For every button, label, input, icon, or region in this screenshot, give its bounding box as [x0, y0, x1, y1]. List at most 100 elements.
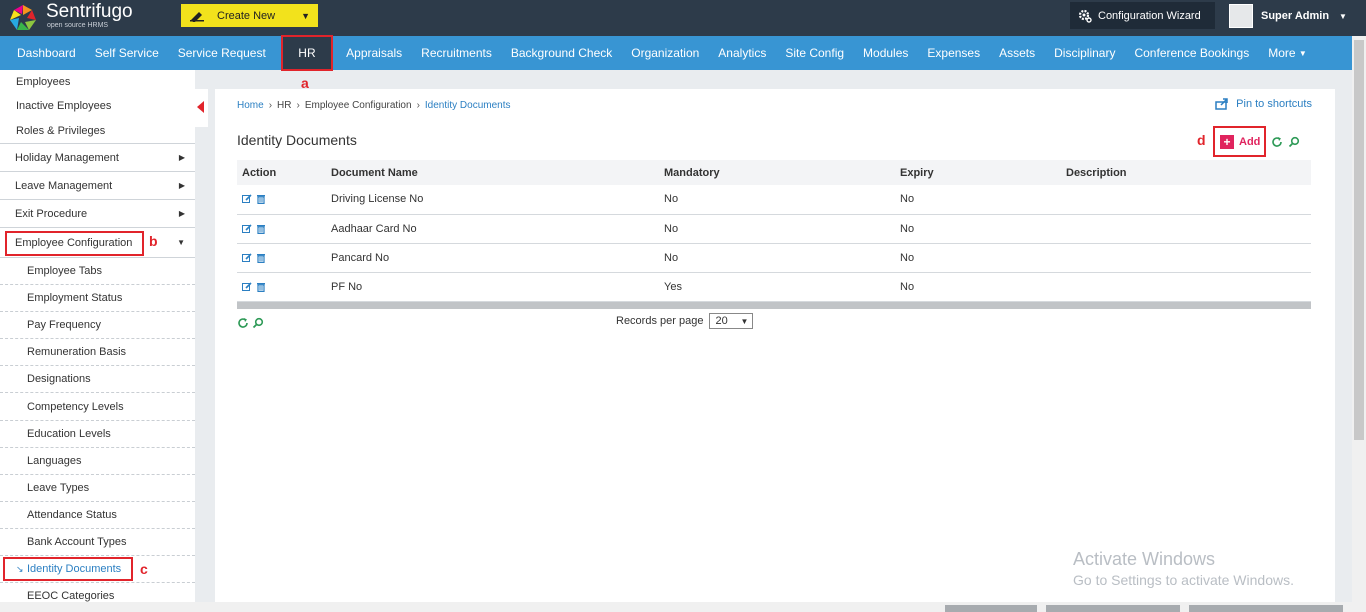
nav-disciplinary[interactable]: Disciplinary [1045, 36, 1125, 70]
refresh-icon[interactable] [237, 317, 249, 329]
vertical-scrollbar[interactable] [1352, 36, 1366, 602]
column-header-expiry[interactable]: Expiry [895, 160, 1061, 185]
row-actions [237, 214, 331, 244]
row-actions [237, 243, 331, 273]
records-per-page-value: 20 [715, 315, 728, 327]
footer-button[interactable] [945, 605, 1037, 612]
records-per-page-label: Records per page [616, 315, 704, 327]
pin-label: Pin to shortcuts [1236, 98, 1312, 110]
edit-icon[interactable] [242, 281, 252, 292]
search-icon[interactable] [1288, 136, 1300, 148]
configuration-wizard-label: Configuration Wizard [1098, 9, 1201, 22]
sidebar-item-roles-privileges[interactable]: Roles & Privileges [0, 118, 195, 144]
nav-more[interactable]: More ▼ [1259, 36, 1317, 70]
breadcrumb-hr[interactable]: HR [277, 100, 291, 111]
nav-hr[interactable]: HR [281, 35, 333, 71]
sidebar-item-competency-levels[interactable]: Competency Levels [0, 393, 195, 421]
nav-modules[interactable]: Modules [854, 36, 918, 70]
chevron-right-icon: ▶ [178, 153, 185, 162]
pin-to-shortcuts-link[interactable]: Pin to shortcuts [1215, 98, 1312, 110]
sidebar-item-identity-documents[interactable]: ↘ Identity Documents [0, 556, 195, 584]
records-per-page: Records per page 20 ▼ [616, 313, 754, 329]
sidebar-item-bank-account-types[interactable]: Bank Account Types [0, 529, 195, 557]
nav-appraisals[interactable]: Appraisals [337, 36, 412, 70]
chevron-down-icon: ▼ [301, 10, 310, 21]
search-icon[interactable] [252, 317, 264, 329]
breadcrumb-home[interactable]: Home [237, 100, 264, 111]
sidebar-item-attendance-status[interactable]: Attendance Status [0, 502, 195, 529]
main-content: Home › HR › Employee Configuration › Ide… [215, 89, 1335, 602]
plus-icon: + [1220, 134, 1234, 149]
sidebar-menu-leave-management[interactable]: Leave Management ▶ [0, 172, 195, 200]
avatar [1229, 4, 1253, 28]
footer-button[interactable] [1189, 605, 1343, 612]
nav-conference-bookings[interactable]: Conference Bookings [1125, 36, 1259, 70]
sidebar-item-eeoc-categories[interactable]: EEOC Categories [0, 583, 195, 602]
sidebar-item-education-levels[interactable]: Education Levels [0, 421, 195, 448]
nav-site-config[interactable]: Site Config [776, 36, 854, 70]
user-menu[interactable]: Super Admin ▼ [1224, 0, 1366, 32]
sidebar-item-languages[interactable]: Languages [0, 448, 195, 475]
nav-expenses[interactable]: Expenses [918, 36, 990, 70]
column-header-mandatory[interactable]: Mandatory [659, 160, 895, 185]
nav-organization[interactable]: Organization [622, 36, 709, 70]
breadcrumb-separator: › [296, 100, 300, 111]
nav-service-request[interactable]: Service Request [168, 36, 275, 70]
column-header-document-name[interactable]: Document Name [331, 160, 659, 185]
edit-icon[interactable] [242, 252, 252, 263]
delete-icon[interactable] [256, 253, 266, 263]
sidebar-item-employees[interactable]: Employees [0, 70, 195, 94]
sidebar-menu-employee-configuration[interactable]: Employee Configuration ▼ [0, 228, 195, 258]
breadcrumb-separator: › [416, 100, 420, 111]
nav-recruitments[interactable]: Recruitments [412, 36, 502, 70]
column-header-action: Action [237, 160, 331, 185]
top-bar: Sentrifugo open source HRMS Create New ▼… [0, 0, 1366, 36]
chevron-down-icon: ▼ [1339, 11, 1347, 21]
cell-description [1061, 214, 1311, 244]
sidebar-item-inactive-employees[interactable]: Inactive Employees [0, 94, 195, 118]
breadcrumb-current: Identity Documents [424, 100, 511, 111]
sidebar-item-employment-status[interactable]: Employment Status [0, 285, 195, 313]
pencil-icon [190, 11, 204, 22]
scrollbar-thumb[interactable] [1354, 40, 1364, 440]
sidebar-item-remuneration-basis[interactable]: Remuneration Basis [0, 339, 195, 367]
nav-dashboard[interactable]: Dashboard [0, 36, 85, 70]
sidebar-menu-label: Holiday Management [15, 151, 119, 164]
cell-mandatory: Yes [659, 272, 895, 302]
nav-analytics[interactable]: Analytics [709, 36, 776, 70]
cell-document-name: Driving License No [331, 185, 659, 215]
sidebar-menu-exit-procedure[interactable]: Exit Procedure ▶ [0, 200, 195, 228]
refresh-icon[interactable] [1271, 136, 1283, 148]
records-per-page-select[interactable]: 20 ▼ [709, 313, 754, 329]
annotation-marker-b: b [149, 233, 158, 249]
sidebar-item-pay-frequency[interactable]: Pay Frequency [0, 312, 195, 340]
sidebar-menu-holiday-management[interactable]: Holiday Management ▶ [0, 144, 195, 172]
sidebar-item-designations[interactable]: Designations [0, 366, 195, 394]
table-row: Aadhaar Card No No No [237, 214, 1311, 244]
add-button[interactable]: + Add [1213, 126, 1266, 157]
cell-description [1061, 243, 1311, 273]
delete-icon[interactable] [256, 224, 266, 234]
edit-icon[interactable] [242, 223, 252, 234]
table-header-row: Action Document Name Mandatory Expiry De… [237, 160, 1311, 185]
column-header-description[interactable]: Description [1061, 160, 1311, 185]
horizontal-scrollbar[interactable] [237, 302, 1311, 309]
cell-document-name: Pancard No [331, 243, 659, 273]
nav-background-check[interactable]: Background Check [501, 36, 621, 70]
sidebar-collapse-toggle[interactable] [195, 89, 208, 127]
user-name: Super Admin [1261, 10, 1330, 22]
sentrifugo-logo-icon[interactable] [8, 3, 38, 33]
delete-icon[interactable] [256, 194, 266, 205]
create-new-button[interactable]: Create New ▼ [181, 4, 318, 27]
configuration-wizard-button[interactable]: Configuration Wizard [1070, 2, 1215, 29]
cell-mandatory: No [659, 185, 895, 215]
footer-button[interactable] [1046, 605, 1180, 612]
sidebar-item-employee-tabs[interactable]: Employee Tabs [0, 258, 195, 286]
nav-assets[interactable]: Assets [990, 36, 1045, 70]
delete-icon[interactable] [256, 282, 266, 292]
nav-self-service[interactable]: Self Service [85, 36, 168, 70]
sidebar-menu-label: Exit Procedure [15, 207, 88, 220]
sidebar-item-leave-types[interactable]: Leave Types [0, 475, 195, 502]
breadcrumb-section[interactable]: Employee Configuration [305, 100, 412, 111]
edit-icon[interactable] [242, 194, 252, 204]
